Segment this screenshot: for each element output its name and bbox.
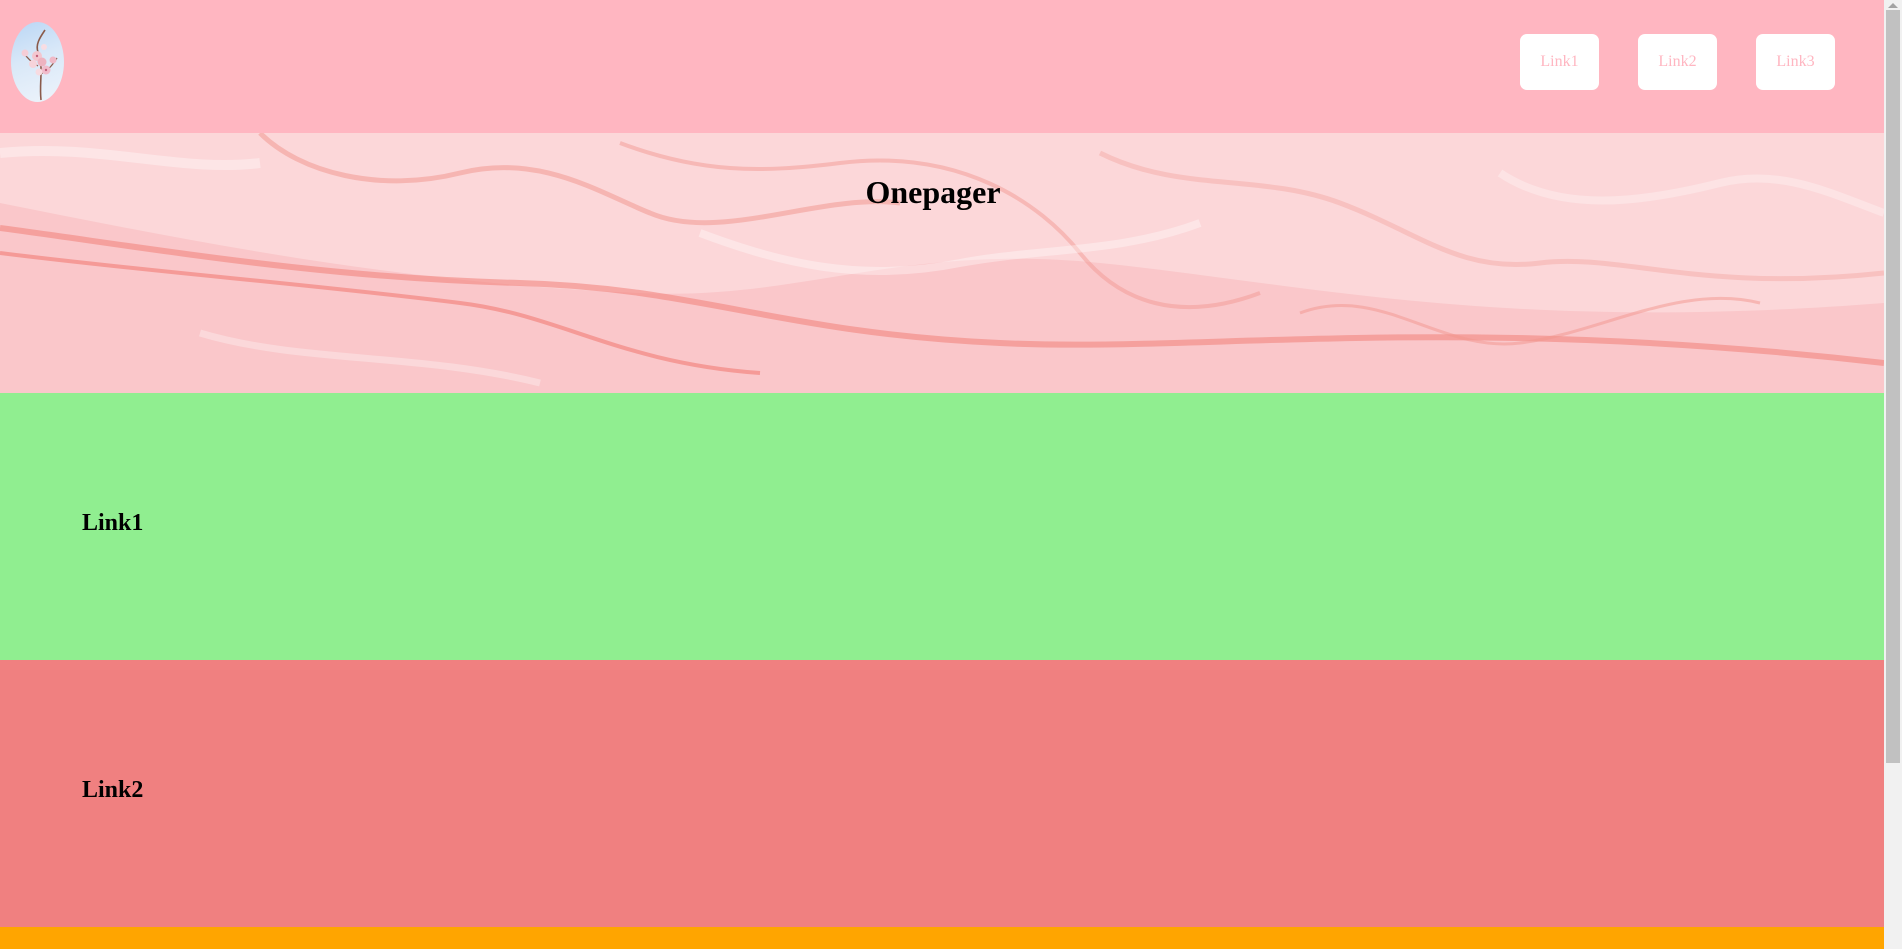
cherry-blossom-logo-icon[interactable] [11, 22, 64, 102]
vertical-scrollbar[interactable] [1884, 0, 1902, 949]
nav-link-3[interactable]: Link3 [1756, 34, 1835, 90]
section-link2: Link2 [0, 660, 1884, 927]
nav-link-2[interactable]: Link2 [1638, 34, 1717, 90]
section-link3 [0, 927, 1884, 949]
page-content: Link1 Link2 Link3 Onepager Link1 Link2 [0, 0, 1884, 949]
marble-background-image [0, 133, 1884, 393]
nav-link-1[interactable]: Link1 [1520, 34, 1599, 90]
page-title: Onepager [865, 174, 1001, 210]
scrollbar-thumb[interactable] [1886, 10, 1900, 763]
page: Link1 Link2 Link3 Onepager Link1 Link2 [0, 0, 1902, 949]
scroll-up-arrow-icon[interactable] [1888, 3, 1898, 8]
section-link1: Link1 [0, 393, 1884, 660]
site-header: Link1 Link2 Link3 [0, 0, 1884, 133]
hero-banner: Onepager [0, 133, 1884, 393]
section-link1-heading: Link1 [82, 510, 144, 536]
section-link2-heading: Link2 [82, 777, 144, 803]
